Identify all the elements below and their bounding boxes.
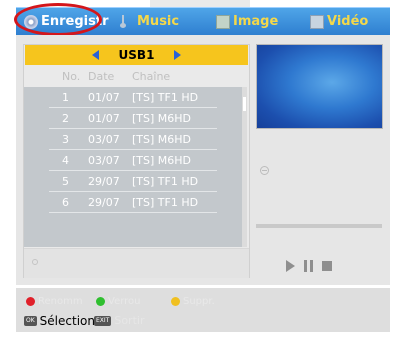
- legend-select-label: Sélection: [39, 314, 95, 328]
- legend-delete-label: Suppr.: [183, 296, 215, 307]
- recordings-list-panel: USB1 No. Date Chaîne 1 01/07 [TS] TF1 HD…: [23, 44, 250, 278]
- tab-music[interactable]: Music: [120, 8, 179, 35]
- ok-key-icon: OK: [24, 316, 37, 326]
- item-channel: [TS] TF1 HD: [132, 196, 199, 209]
- item-no: 3: [62, 133, 69, 146]
- tab-recordings[interactable]: Enregistr: [24, 8, 109, 35]
- item-date: 29/07: [88, 175, 120, 188]
- item-channel: [TS] M6HD: [132, 154, 192, 167]
- list-footer: [24, 248, 249, 278]
- play-icon[interactable]: [286, 260, 295, 272]
- list-item[interactable]: 5 29/07 [TS] TF1 HD: [24, 171, 242, 192]
- tab-bar: Enregistr Music Image Vidéo: [16, 7, 390, 35]
- item-date: 01/07: [88, 112, 120, 125]
- header-channel: Chaîne: [132, 70, 171, 83]
- exit-key-icon: EXIT: [94, 315, 112, 326]
- recordings-list: 1 01/07 [TS] TF1 HD 2 01/07 [TS] M6HD 3 …: [24, 87, 242, 247]
- help-bar: Renomm Verrou Suppr. OK Sélection EXIT S…: [16, 288, 390, 332]
- legend-rename[interactable]: Renomm: [26, 296, 83, 307]
- legend-lock[interactable]: Verrou: [96, 296, 141, 307]
- item-date: 03/07: [88, 133, 120, 146]
- list-header: No. Date Chaîne: [24, 67, 249, 85]
- tab-video-label: Vidéo: [327, 14, 369, 29]
- list-item[interactable]: 3 03/07 [TS] M6HD: [24, 129, 242, 150]
- media-player-screen: Enregistr Music Image Vidéo USB1 No. Dat…: [0, 0, 398, 339]
- item-no: 2: [62, 112, 69, 125]
- yellow-button-icon: [171, 297, 180, 306]
- status-dot-icon: [32, 259, 38, 265]
- tab-image-label: Image: [233, 14, 279, 29]
- item-date: 03/07: [88, 154, 120, 167]
- legend-delete[interactable]: Suppr.: [171, 296, 215, 307]
- image-icon: [216, 14, 230, 29]
- music-note-icon: [120, 14, 134, 29]
- playback-controls: [286, 260, 332, 272]
- playback-progress-bar[interactable]: [256, 224, 382, 228]
- header-date: Date: [88, 70, 115, 83]
- header-no: No.: [62, 70, 81, 83]
- item-no: 6: [62, 196, 69, 209]
- scrollbar-thumb[interactable]: [243, 97, 246, 111]
- item-channel: [TS] TF1 HD: [132, 175, 199, 188]
- list-item[interactable]: 2 01/07 [TS] M6HD: [24, 108, 242, 129]
- source-label: USB1: [118, 48, 155, 62]
- item-channel: [TS] TF1 HD: [132, 91, 199, 104]
- source-selector[interactable]: USB1: [25, 45, 248, 65]
- item-channel: [TS] M6HD: [132, 133, 192, 146]
- info-circle-icon: [260, 166, 269, 175]
- list-item[interactable]: 1 01/07 [TS] TF1 HD: [24, 87, 242, 108]
- stop-icon[interactable]: [322, 261, 332, 271]
- item-no: 4: [62, 154, 69, 167]
- item-no: 1: [62, 91, 69, 104]
- list-item[interactable]: 4 03/07 [TS] M6HD: [24, 150, 242, 171]
- tab-music-label: Music: [137, 14, 180, 29]
- item-date: 01/07: [88, 91, 120, 104]
- top-strip: [150, 0, 250, 7]
- red-button-icon: [26, 297, 35, 306]
- green-button-icon: [96, 297, 105, 306]
- item-no: 5: [62, 175, 69, 188]
- tab-video[interactable]: Vidéo: [310, 8, 368, 35]
- legend-exit[interactable]: EXIT Sortir: [94, 314, 144, 327]
- main-panel: USB1 No. Date Chaîne 1 01/07 [TS] TF1 HD…: [16, 35, 390, 285]
- legend-rename-label: Renomm: [38, 296, 83, 307]
- arrow-left-icon[interactable]: [91, 50, 99, 60]
- row-divider: [49, 212, 217, 213]
- pause-icon[interactable]: [304, 260, 313, 272]
- video-preview: [256, 44, 383, 129]
- item-date: 29/07: [88, 196, 120, 209]
- legend-select[interactable]: OK Sélection: [24, 314, 95, 328]
- tab-image[interactable]: Image: [216, 8, 278, 35]
- legend-exit-label: Sortir: [114, 314, 145, 327]
- tab-recordings-label: Enregistr: [41, 14, 109, 29]
- arrow-right-icon[interactable]: [174, 50, 182, 60]
- disc-icon: [24, 14, 38, 29]
- item-channel: [TS] M6HD: [132, 112, 192, 125]
- video-icon: [310, 14, 324, 29]
- list-scrollbar[interactable]: [242, 87, 247, 247]
- list-item[interactable]: 6 29/07 [TS] TF1 HD: [24, 192, 242, 213]
- legend-lock-label: Verrou: [108, 296, 141, 307]
